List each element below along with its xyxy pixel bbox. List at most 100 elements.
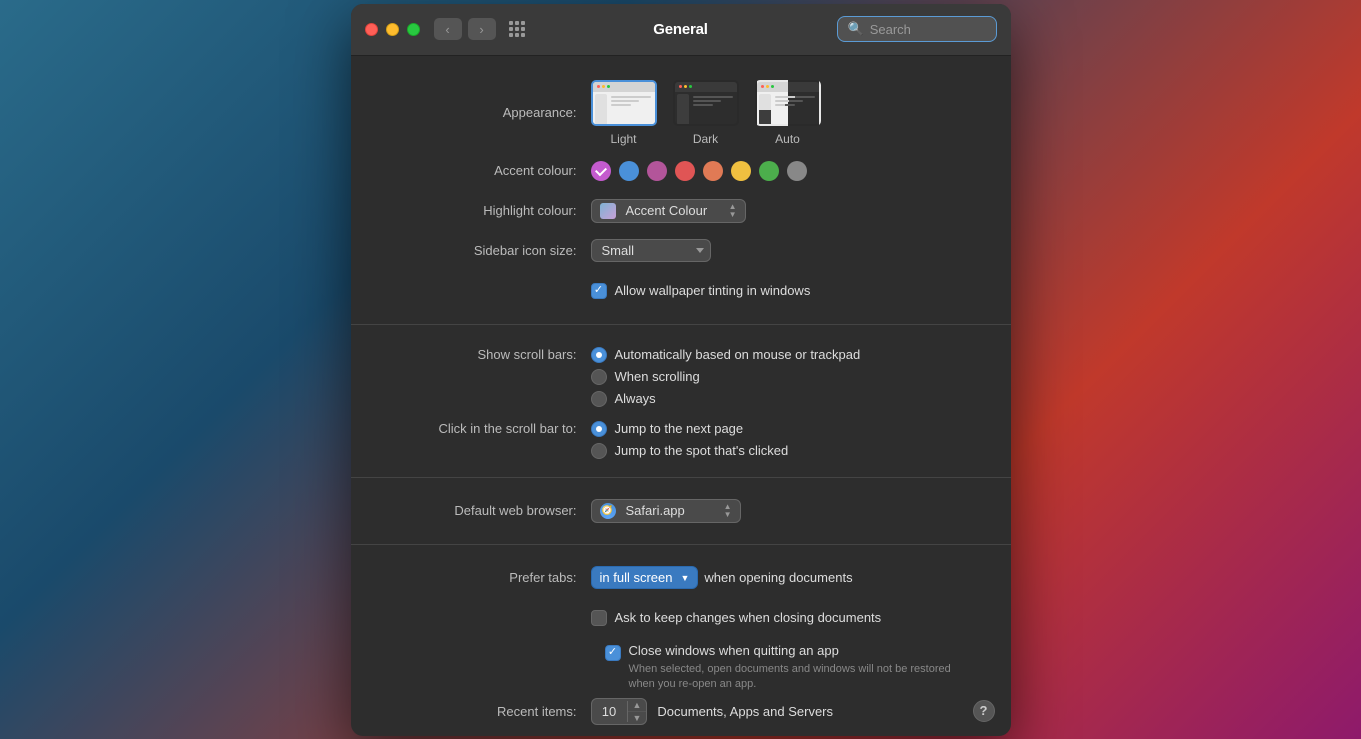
prefer-tabs-select[interactable]: in full screen ▼: [591, 566, 699, 589]
scroll-auto-option[interactable]: Automatically based on mouse or trackpad: [591, 347, 861, 363]
wallpaper-tinting-row: ✓ Allow wallpaper tinting in windows: [391, 276, 971, 306]
scroll-always-label: Always: [615, 391, 656, 406]
prefer-tabs-when-text: when opening documents: [704, 570, 852, 585]
help-button[interactable]: ?: [973, 700, 995, 722]
search-bar[interactable]: 🔍: [837, 16, 997, 42]
accent-orange[interactable]: [731, 161, 751, 181]
recent-items-label: Recent items:: [391, 704, 591, 719]
search-input[interactable]: [870, 22, 986, 37]
scroll-bars-section: Show scroll bars: Automatically based on…: [351, 343, 1011, 459]
highlight-colour-select[interactable]: Accent Colour ▲ ▼: [591, 199, 746, 223]
maximize-button[interactable]: [407, 23, 420, 36]
grid-icon: [509, 21, 525, 37]
sidebar-icon-size-select[interactable]: Small Medium Large: [591, 239, 711, 262]
appearance-dark-label: Dark: [693, 132, 718, 146]
accent-yellow[interactable]: [759, 161, 779, 181]
default-browser-label: Default web browser:: [391, 503, 591, 518]
nav-buttons: ‹ ›: [434, 18, 496, 40]
browser-section: Default web browser: 🧭 Safari.app ▲ ▼: [351, 496, 1011, 526]
stepper-down[interactable]: ▼: [628, 712, 647, 724]
prefer-tabs-value: in full screen: [600, 570, 673, 585]
stepper-up[interactable]: ▲: [628, 699, 647, 712]
scroll-jump-page-radio[interactable]: [591, 421, 607, 437]
scroll-jump-spot-radio[interactable]: [591, 443, 607, 459]
highlight-colour-row: Highlight colour: Accent Colour ▲ ▼: [391, 196, 971, 226]
appearance-options: Light: [591, 80, 971, 146]
appearance-auto[interactable]: Auto: [755, 80, 821, 146]
scroll-always-radio[interactable]: [591, 391, 607, 407]
scroll-bars-label: Show scroll bars:: [391, 347, 591, 362]
appearance-light-thumb: [591, 80, 657, 126]
scroll-bars-row: Show scroll bars: Automatically based on…: [391, 343, 971, 407]
tabs-dropdown-arrow: ▼: [680, 573, 689, 583]
forward-button[interactable]: ›: [468, 18, 496, 40]
scroll-click-label: Click in the scroll bar to:: [391, 421, 591, 436]
recent-items-stepper[interactable]: 10 ▲ ▼: [591, 698, 648, 725]
prefer-tabs-row: Prefer tabs: in full screen ▼ when openi…: [391, 563, 971, 593]
accent-purple[interactable]: [647, 161, 667, 181]
recent-items-text: Documents, Apps and Servers: [657, 704, 833, 719]
scroll-when-scrolling-option[interactable]: When scrolling: [591, 369, 861, 385]
accent-green[interactable]: [787, 161, 807, 181]
prefer-tabs-control: in full screen ▼ when opening documents: [591, 566, 853, 589]
appearance-dark[interactable]: Dark: [673, 80, 739, 146]
appearance-light[interactable]: Light: [591, 80, 657, 146]
scroll-when-scrolling-label: When scrolling: [615, 369, 700, 384]
appearance-auto-thumb: [755, 80, 821, 126]
close-windows-label[interactable]: Close windows when quitting an app: [629, 643, 971, 658]
safari-icon: 🧭: [600, 503, 616, 519]
close-windows-content: Close windows when quitting an app When …: [629, 643, 971, 693]
accent-pink[interactable]: [675, 161, 695, 181]
ask-changes-checkbox[interactable]: [591, 610, 607, 626]
titlebar: ‹ › General 🔍: [351, 4, 1011, 56]
appearance-dark-thumb: [673, 80, 739, 126]
close-windows-checkmark: ✓: [608, 647, 617, 658]
settings-content: Appearance:: [351, 56, 1011, 736]
accent-colours: [591, 161, 807, 181]
back-button[interactable]: ‹: [434, 18, 462, 40]
scroll-when-scrolling-radio[interactable]: [591, 369, 607, 385]
sidebar-icon-size-row: Sidebar icon size: Small Medium Large: [391, 236, 971, 266]
recent-items-value: 10: [592, 701, 628, 722]
close-windows-checkbox[interactable]: ✓: [605, 645, 621, 661]
scroll-click-options: Jump to the next page Jump to the spot t…: [591, 421, 789, 459]
ask-changes-label[interactable]: Ask to keep changes when closing documen…: [615, 610, 882, 625]
scroll-always-option[interactable]: Always: [591, 391, 861, 407]
minimize-button[interactable]: [386, 23, 399, 36]
scroll-jump-page-option[interactable]: Jump to the next page: [591, 421, 789, 437]
scroll-click-row: Click in the scroll bar to: Jump to the …: [391, 417, 971, 459]
appearance-auto-label: Auto: [775, 132, 800, 146]
stepper-arrows: ▲ ▼: [628, 699, 647, 724]
section-divider-2: [351, 477, 1011, 478]
grid-menu-button[interactable]: [506, 18, 528, 40]
recent-items-row: Recent items: 10 ▲ ▼ Documents, Apps and…: [391, 696, 971, 726]
highlight-colour-label: Highlight colour:: [391, 203, 591, 218]
accent-blue[interactable]: [619, 161, 639, 181]
scroll-jump-page-label: Jump to the next page: [615, 421, 744, 436]
wallpaper-tinting-label[interactable]: Allow wallpaper tinting in windows: [615, 283, 811, 298]
appearance-row: Appearance:: [391, 80, 971, 146]
close-windows-row: ✓ Close windows when quitting an app Whe…: [605, 643, 971, 693]
close-button[interactable]: [365, 23, 378, 36]
accent-red[interactable]: [703, 161, 723, 181]
highlight-colour-dot: [600, 203, 616, 219]
accent-multicolor[interactable]: [591, 161, 611, 181]
scroll-jump-spot-option[interactable]: Jump to the spot that's clicked: [591, 443, 789, 459]
window-title: General: [653, 21, 707, 38]
wallpaper-tinting-checkbox[interactable]: ✓: [591, 283, 607, 299]
tabs-section: Prefer tabs: in full screen ▼ when openi…: [351, 563, 1011, 736]
appearance-light-label: Light: [610, 132, 636, 146]
appearance-section: Appearance:: [351, 80, 1011, 306]
close-windows-note: When selected, open documents and window…: [629, 662, 971, 693]
default-browser-select[interactable]: 🧭 Safari.app ▲ ▼: [591, 499, 741, 523]
select-arrows: ▲ ▼: [729, 203, 737, 219]
scroll-auto-radio[interactable]: [591, 347, 607, 363]
traffic-lights: [365, 23, 420, 36]
sidebar-icon-size-label: Sidebar icon size:: [391, 243, 591, 258]
accent-colour-row: Accent colour:: [391, 156, 971, 186]
browser-select-arrows: ▲ ▼: [724, 503, 732, 519]
settings-window: ‹ › General 🔍 Appearance:: [351, 4, 1011, 736]
prefer-tabs-label: Prefer tabs:: [391, 570, 591, 585]
section-divider-1: [351, 324, 1011, 325]
scroll-bars-options: Automatically based on mouse or trackpad…: [591, 347, 861, 407]
